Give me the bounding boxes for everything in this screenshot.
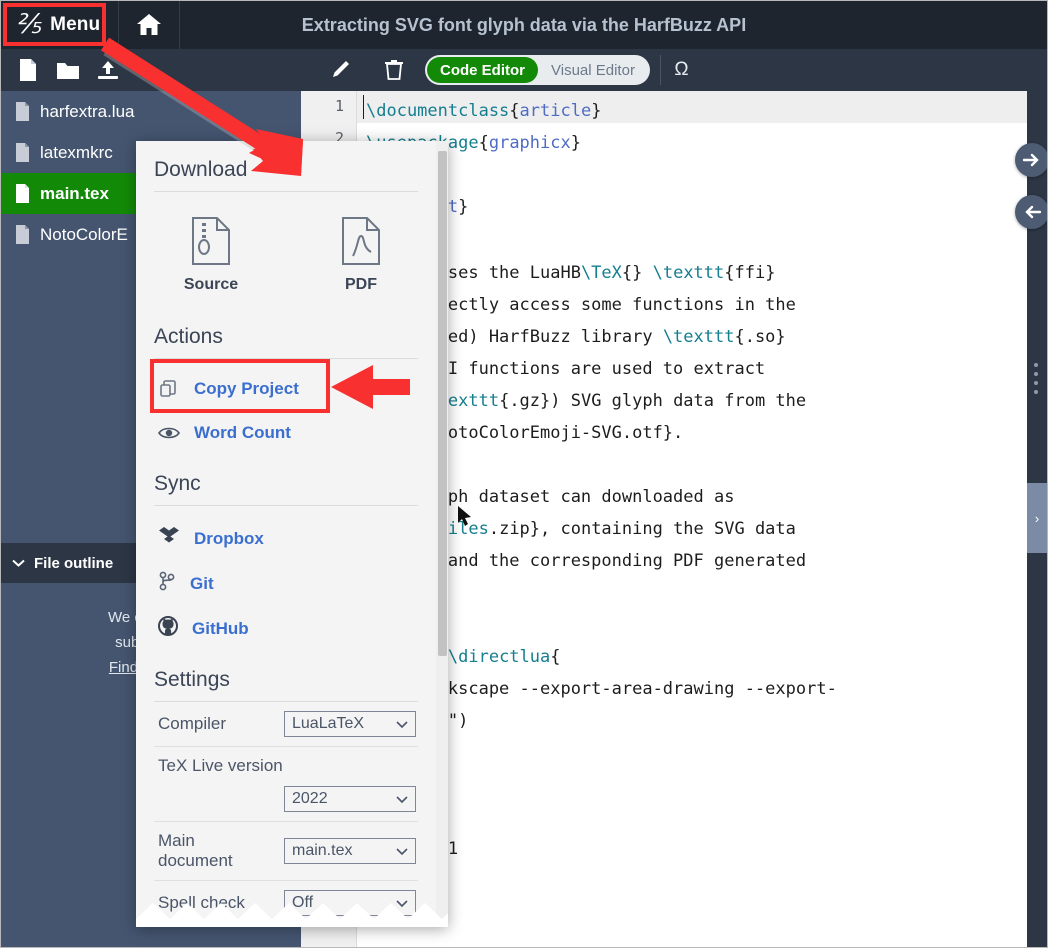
texlive-select[interactable]: 2022 <box>284 786 416 812</box>
compiler-select[interactable]: LuaLaTeX <box>284 711 416 737</box>
expand-right-button[interactable] <box>1015 143 1047 177</box>
file-actions-group <box>1 53 301 87</box>
drag-handle-dots-icon[interactable] <box>1034 363 1038 394</box>
arrow-left-icon <box>1025 205 1041 219</box>
git-branch-icon <box>158 571 176 596</box>
chevron-down-icon <box>12 559 25 567</box>
editor-toolbar: Code Editor Visual Editor Ω <box>1 49 1047 91</box>
texlive-label: TeX Live version <box>158 756 283 775</box>
setting-compiler: Compiler LuaLaTeX <box>136 702 436 746</box>
home-button[interactable] <box>119 1 179 49</box>
open-pdf-panel-tab[interactable]: › <box>1027 483 1047 553</box>
download-pdf-label: PDF <box>345 276 377 293</box>
header-divider-2 <box>179 1 181 49</box>
eye-icon <box>158 425 180 441</box>
sync-github-button[interactable]: GitHub <box>136 606 436 651</box>
main-document-select[interactable]: main.tex <box>284 838 416 864</box>
menu-panel-scrollbar[interactable] <box>436 141 448 927</box>
symbol-palette-button[interactable]: Ω <box>659 55 702 85</box>
sync-dropbox-label: Dropbox <box>194 528 264 548</box>
home-icon <box>137 14 162 35</box>
code-line: \documentclass{article} <box>366 101 602 121</box>
pencil-icon <box>333 61 349 77</box>
texlive-value: 2022 <box>292 790 328 807</box>
download-pdf-button[interactable]: PDF <box>286 216 436 294</box>
edit-actions-group <box>323 53 411 87</box>
menu-panel-scrollbar-thumb[interactable] <box>438 151 447 656</box>
copy-icon <box>158 379 180 399</box>
menu-button-label: Menu <box>50 14 101 35</box>
arrow-right-icon <box>1023 153 1039 167</box>
trash-icon <box>385 60 403 80</box>
settings-section-title: Settings <box>154 668 230 691</box>
new-file-button[interactable] <box>11 53 45 87</box>
file-tree-item-label: NotoColorE <box>40 224 128 244</box>
main-document-label: Main document <box>158 831 233 870</box>
right-rail: › <box>1015 91 1047 947</box>
file-tree-item-label: main.tex <box>40 183 109 203</box>
document-icon <box>16 225 29 244</box>
file-tree-item[interactable]: harfextra.lua <box>1 91 301 132</box>
download-section-title: Download <box>154 158 248 181</box>
sync-section-title: Sync <box>154 472 201 495</box>
text-caret <box>363 95 364 119</box>
sync-github-label: GitHub <box>192 618 249 638</box>
delete-button[interactable] <box>377 53 411 87</box>
sync-git-button[interactable]: Git <box>136 561 436 606</box>
mouse-cursor <box>458 506 471 526</box>
file-outline-label: File outline <box>34 554 114 572</box>
torn-edge-decoration <box>136 903 448 927</box>
sync-git-label: Git <box>190 573 214 593</box>
upload-button[interactable] <box>91 53 125 87</box>
collapse-left-button[interactable] <box>1015 195 1047 229</box>
setting-texlive: TeX Live version 2022 <box>136 747 436 821</box>
word-count-button[interactable]: Word Count <box>136 411 436 455</box>
file-tree-item-label: latexmkrc <box>40 142 113 162</box>
actions-section-title: Actions <box>154 325 223 348</box>
overleaf-logo-icon: ⅖ <box>15 8 42 39</box>
chevron-down-icon <box>396 847 408 855</box>
new-folder-button[interactable] <box>51 53 85 87</box>
download-source-label: Source <box>183 276 239 293</box>
document-icon <box>16 143 29 162</box>
new-file-icon <box>20 59 36 81</box>
tab-code-editor[interactable]: Code Editor <box>427 57 538 83</box>
word-count-label: Word Count <box>194 423 291 442</box>
chevron-down-icon <box>396 795 408 803</box>
compiler-label: Compiler <box>158 714 227 733</box>
rename-button[interactable] <box>323 53 357 87</box>
main-document-value: main.tex <box>292 842 353 859</box>
file-tree-item-label: harfextra.lua <box>40 101 135 121</box>
top-header-bar: ⅖ Menu <box>1 1 1047 49</box>
overleaf-editor-window: ⅖ Menu Extracting SVG font glyph data vi… <box>0 0 1048 948</box>
document-icon <box>16 102 29 121</box>
sync-dropbox-button[interactable]: Dropbox <box>136 516 436 561</box>
chevron-down-icon <box>396 720 408 728</box>
line-number: 1 <box>334 97 344 115</box>
copy-project-label: Copy Project <box>194 379 299 398</box>
compiler-value: LuaLaTeX <box>292 715 365 732</box>
upload-icon <box>98 61 118 79</box>
new-folder-icon <box>57 63 79 79</box>
tab-visual-editor[interactable]: Visual Editor <box>538 57 648 83</box>
download-source-button[interactable]: Source <box>136 216 286 294</box>
dropbox-icon <box>158 526 180 551</box>
editor-mode-toggle[interactable]: Code Editor Visual Editor <box>425 55 650 85</box>
zip-file-icon <box>192 217 230 265</box>
menu-panel-content: Download Source PDF Actions Copy Project… <box>136 141 436 925</box>
menu-dropdown-panel: Download Source PDF Actions Copy Project… <box>136 141 448 927</box>
setting-main-document: Main document main.tex <box>136 822 436 880</box>
copy-project-button[interactable]: Copy Project <box>136 367 436 411</box>
github-icon <box>158 616 178 641</box>
menu-button[interactable]: ⅖ Menu <box>1 1 118 49</box>
pdf-file-icon <box>342 217 380 265</box>
document-icon <box>16 184 29 203</box>
download-options: Source PDF <box>136 192 436 308</box>
